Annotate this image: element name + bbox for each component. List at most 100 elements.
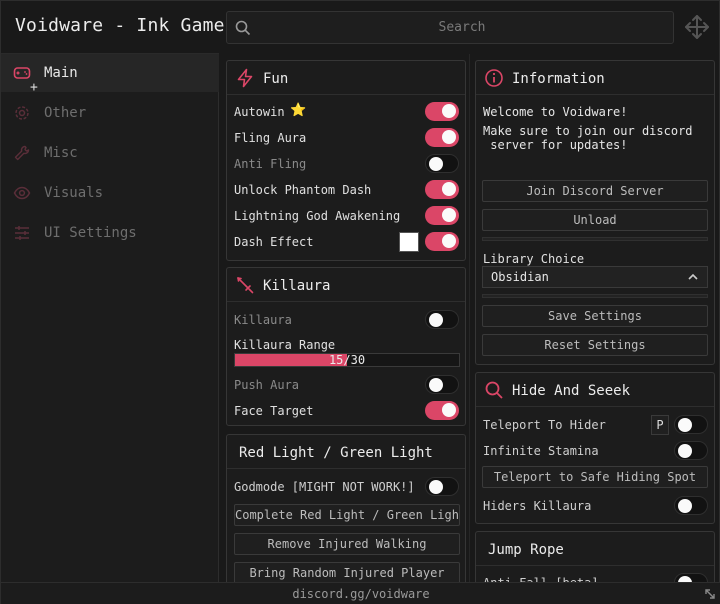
dash-effect-color-picker[interactable] <box>399 232 419 252</box>
teleport-to-hider-row[interactable]: Teleport To Hider P <box>476 413 714 437</box>
hide-and-seek-header: Hide And Seeek <box>476 373 714 407</box>
reset-settings-button[interactable]: Reset Settings <box>482 334 708 356</box>
gear-icon <box>15 106 29 120</box>
rlgl-title: Red Light / Green Light <box>239 445 433 461</box>
anti-fling-row[interactable]: Anti Fling <box>227 152 465 176</box>
sliders-icon <box>15 226 29 240</box>
infinite-stamina-row[interactable]: Infinite Stamina <box>476 439 714 463</box>
dash-effect-toggle[interactable] <box>425 232 459 251</box>
fun-header: Fun <box>227 61 465 95</box>
hide-and-seek-title: Hide And Seeek <box>512 383 631 399</box>
information-title: Information <box>512 71 605 87</box>
sidebar-item-label: Visuals <box>44 185 104 201</box>
sidebar-item-label: Other <box>44 105 87 121</box>
godmode-label: Godmode [MIGHT NOT WORK!] <box>234 480 415 494</box>
information-groupbox: Information Welcome to Voidware! Make su… <box>475 60 715 365</box>
lightning-god-row[interactable]: Lightning God Awakening <box>227 204 465 228</box>
teleport-to-hider-toggle[interactable] <box>674 415 708 434</box>
push-aura-toggle[interactable] <box>425 375 459 394</box>
hiders-killaura-label: Hiders Killaura <box>483 499 592 513</box>
phantom-dash-label: Unlock Phantom Dash <box>234 183 372 197</box>
move-icon[interactable] <box>683 13 711 41</box>
killaura-toggle-row[interactable]: Killaura <box>227 308 465 332</box>
mouse-cursor-icon: + <box>30 80 38 95</box>
bring-injured-player-button[interactable]: Bring Random Injured Player <box>234 562 460 584</box>
voidware-window: Voidware - Ink Game Main <box>0 0 720 604</box>
sidebar-item-misc[interactable]: Misc <box>1 134 219 172</box>
welcome-text: Welcome to Voidware! <box>483 105 628 119</box>
remove-injured-walking-button[interactable]: Remove Injured Walking <box>234 533 460 555</box>
jump-rope-title: Jump Rope <box>488 542 564 558</box>
fling-aura-label: Fling Aura <box>234 131 307 145</box>
library-choice-label: Library Choice <box>483 252 585 266</box>
killaura-title: Killaura <box>263 278 331 294</box>
gamepad-icon <box>13 67 31 79</box>
autowin-toggle[interactable] <box>425 102 459 121</box>
hiders-killaura-toggle[interactable] <box>674 496 708 515</box>
anti-fling-label: Anti Fling <box>234 157 307 171</box>
info-icon <box>485 69 503 87</box>
column-divider <box>469 54 470 582</box>
fun-title: Fun <box>263 71 289 87</box>
dash-effect-row[interactable]: Dash Effect <box>227 230 465 254</box>
wrench-icon <box>14 145 30 161</box>
godmode-toggle[interactable] <box>425 477 459 496</box>
footer-link[interactable]: discord.gg/voidware <box>1 587 720 601</box>
killaura-range-label: Killaura Range <box>234 338 336 352</box>
sidebar: Main Other Misc Visuals UI Settings <box>1 54 219 582</box>
face-target-row[interactable]: Face Target <box>227 399 465 423</box>
sidebar-item-other[interactable]: Other <box>1 94 219 132</box>
fling-aura-toggle[interactable] <box>425 128 459 147</box>
information-header: Information <box>476 61 714 95</box>
unload-button[interactable]: Unload <box>482 209 708 231</box>
sidebar-item-label: Main <box>44 65 78 81</box>
autowin-row[interactable]: Autowin ⭐ <box>227 100 465 124</box>
search-bar[interactable] <box>226 11 674 44</box>
resize-icon[interactable] <box>703 587 717 601</box>
sidebar-item-ui-settings[interactable]: UI Settings <box>1 214 219 252</box>
teleport-to-hider-label: Teleport To Hider <box>483 418 606 432</box>
hiders-killaura-row[interactable]: Hiders Killaura <box>476 494 714 518</box>
footer: discord.gg/voidware <box>1 582 720 604</box>
godmode-row[interactable]: Godmode [MIGHT NOT WORK!] <box>227 475 465 499</box>
lightning-god-label: Lightning God Awakening <box>234 209 401 223</box>
window-title: Voidware - Ink Game <box>15 15 225 36</box>
dash-effect-label: Dash Effect <box>234 235 314 249</box>
slider-value: 15/30 <box>328 353 366 367</box>
lightning-god-toggle[interactable] <box>425 206 459 225</box>
killaura-toggle[interactable] <box>425 310 459 329</box>
phantom-dash-row[interactable]: Unlock Phantom Dash <box>227 178 465 202</box>
face-target-toggle[interactable] <box>425 401 459 420</box>
phantom-dash-toggle[interactable] <box>425 180 459 199</box>
sword-icon <box>237 277 254 294</box>
killaura-label: Killaura <box>234 313 292 327</box>
fling-aura-row[interactable]: Fling Aura <box>227 126 465 150</box>
killaura-range-slider[interactable]: 15/30 <box>234 353 460 367</box>
hide-and-seek-groupbox: Hide And Seeek Teleport To Hider P Infin… <box>475 372 715 524</box>
jump-rope-header: Jump Rope <box>476 532 714 566</box>
anti-fling-toggle[interactable] <box>425 154 459 173</box>
teleport-keybind[interactable]: P <box>651 415 669 435</box>
search-icon <box>485 381 503 399</box>
rlgl-header: Red Light / Green Light <box>227 435 465 469</box>
fun-groupbox: Fun Autowin ⭐ Fling Aura Anti Fling Unlo… <box>226 60 466 261</box>
divider <box>482 294 708 298</box>
complete-rlgl-button[interactable]: Complete Red Light / Green Light <box>234 504 460 526</box>
autowin-label: Autowin <box>234 105 285 119</box>
search-input[interactable] <box>257 12 667 43</box>
lightning-icon <box>237 68 253 88</box>
infinite-stamina-toggle[interactable] <box>674 441 708 460</box>
chevron-up-icon <box>688 273 698 280</box>
teleport-safe-spot-button[interactable]: Teleport to Safe Hiding Spot <box>482 466 708 488</box>
discord-note-line2: server for updates! <box>483 138 628 152</box>
divider <box>482 237 708 241</box>
push-aura-label: Push Aura <box>234 378 300 392</box>
save-settings-button[interactable]: Save Settings <box>482 305 708 327</box>
library-choice-dropdown[interactable]: Obsidian <box>482 266 708 288</box>
join-discord-button[interactable]: Join Discord Server <box>482 180 708 202</box>
rlgl-groupbox: Red Light / Green Light Godmode [MIGHT N… <box>226 434 466 594</box>
sidebar-item-visuals[interactable]: Visuals <box>1 174 219 212</box>
face-target-label: Face Target <box>234 404 314 418</box>
sidebar-item-label: Misc <box>44 145 78 161</box>
push-aura-row[interactable]: Push Aura <box>227 373 465 397</box>
